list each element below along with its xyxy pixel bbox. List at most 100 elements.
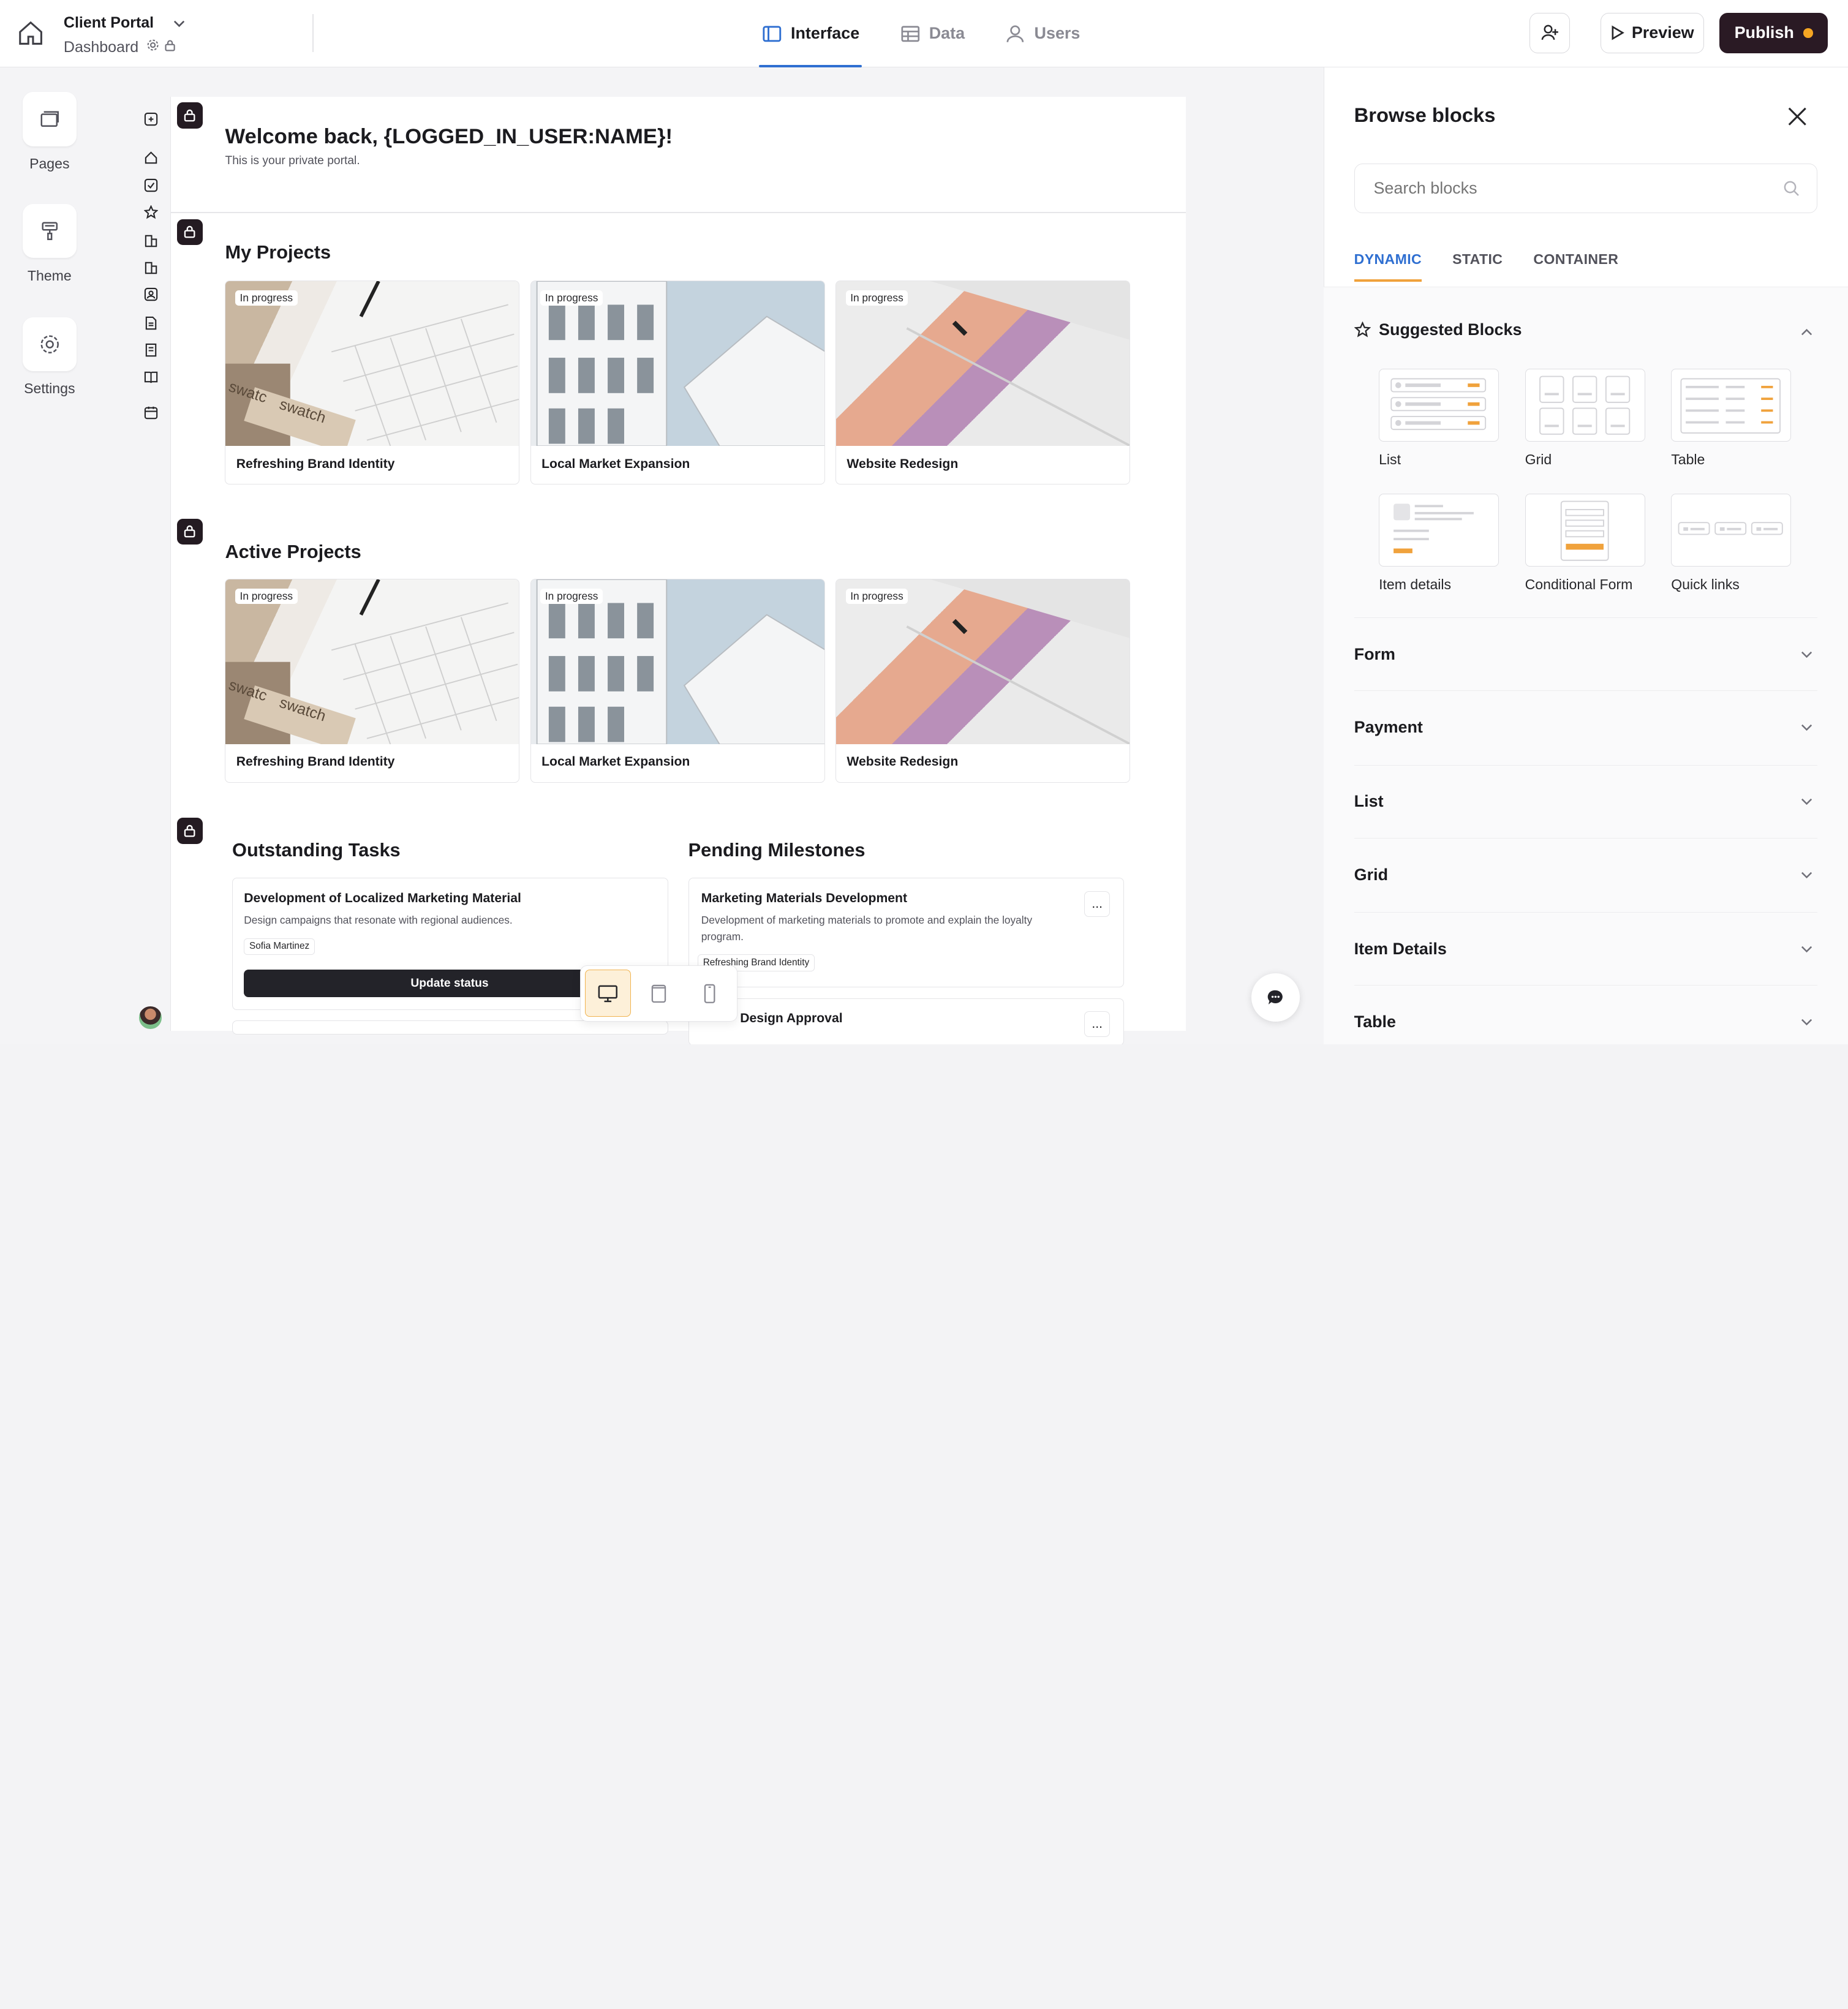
milestone-description: Development of marketing materials to pr…	[701, 914, 1033, 943]
block-quick-links[interactable]: Quick links	[1671, 494, 1792, 593]
suggested-blocks-header[interactable]: Suggested Blocks	[1354, 320, 1522, 339]
chevron-down-icon	[1801, 799, 1812, 805]
section-item-details[interactable]: Item Details	[1354, 912, 1817, 985]
contact-icon[interactable]	[144, 287, 158, 301]
lock-block-button[interactable]	[176, 518, 203, 545]
section-grid[interactable]: Grid	[1354, 837, 1817, 911]
book-icon[interactable]	[144, 370, 158, 384]
task-card[interactable]	[232, 1020, 668, 1035]
suggested-title: Suggested Blocks	[1379, 320, 1522, 339]
rail-item-theme[interactable]: Theme	[0, 203, 99, 284]
paint-roller-icon	[42, 222, 58, 240]
preview-button[interactable]: Preview	[1600, 13, 1705, 53]
assignee-chip: Sofia Martinez	[244, 938, 315, 956]
block-label: Quick links	[1671, 576, 1740, 592]
block-conditional-form[interactable]: Conditional Form	[1525, 494, 1645, 593]
block-grid[interactable]: Grid	[1525, 369, 1645, 468]
block-label: List	[1379, 451, 1401, 467]
project-card[interactable]: In progress Local Market Expansion	[530, 280, 825, 484]
section-list[interactable]: List	[1354, 764, 1817, 838]
lock-block-button[interactable]	[176, 818, 203, 844]
tablet-icon	[651, 984, 666, 1003]
add-page-icon[interactable]	[144, 112, 158, 126]
page-status-icons	[146, 39, 177, 51]
tab-label: Data	[929, 24, 965, 43]
block-thumbnail	[1671, 369, 1792, 442]
block-label: Table	[1671, 451, 1705, 467]
section-table[interactable]: Table	[1354, 985, 1817, 1044]
invoice-icon[interactable]	[144, 343, 158, 357]
status-badge: In progress	[235, 589, 298, 604]
section-label: Item Details	[1354, 939, 1447, 958]
rail-button[interactable]	[22, 203, 77, 258]
checkbox-icon[interactable]	[144, 178, 158, 192]
close-icon[interactable]	[1786, 105, 1809, 128]
divider	[312, 14, 314, 52]
page-name[interactable]: Dashboard	[64, 39, 138, 56]
chevron-down-icon	[1801, 651, 1812, 658]
tab-static[interactable]: STATIC	[1452, 251, 1503, 282]
block-item-details[interactable]: Item details	[1379, 494, 1499, 593]
keyboard-image: swatcswatch	[225, 281, 519, 454]
tab-interface[interactable]: Interface	[759, 0, 862, 67]
project-card[interactable]: swatc swatch In progress Refreshing Brand…	[225, 280, 520, 484]
lock-icon	[184, 525, 195, 538]
home-icon[interactable]	[17, 19, 45, 47]
home-icon[interactable]	[144, 151, 158, 165]
top-bar: Client Portal Dashboard Interface Data U…	[0, 0, 1848, 67]
chevron-up-icon[interactable]	[1800, 325, 1814, 339]
mobile-view-button[interactable]	[687, 970, 733, 1017]
tab-data[interactable]: Data	[900, 0, 965, 67]
tab-users[interactable]: Users	[1005, 0, 1080, 67]
divider	[170, 212, 1186, 214]
block-thumbnail	[1525, 369, 1645, 442]
block-list[interactable]: List	[1379, 369, 1499, 468]
welcome-title: Welcome back, {LOGGED_IN_USER:NAME}!	[225, 124, 673, 148]
building-icon[interactable]	[144, 260, 158, 274]
tab-dynamic[interactable]: DYNAMIC	[1354, 251, 1422, 282]
item-details-block-icon	[1394, 503, 1474, 554]
project-card[interactable]: In progress Website Redesign	[835, 578, 1131, 783]
status-badge: In progress	[540, 589, 603, 604]
keyboard-image: swatcswatch	[225, 579, 519, 752]
project-card[interactable]: swatc swatch In progress Refreshing Brand…	[225, 578, 520, 783]
chat-button[interactable]	[1251, 973, 1300, 1022]
laptop-image	[906, 281, 1130, 447]
block-thumbnail	[1671, 494, 1792, 567]
star-icon	[1354, 322, 1371, 338]
rail-button[interactable]	[22, 317, 77, 372]
rail-item-settings[interactable]: Settings	[0, 317, 99, 398]
app-title[interactable]: Client Portal	[64, 14, 154, 32]
block-category-tabs: DYNAMIC STATIC CONTAINER	[1354, 251, 1619, 282]
avatar[interactable]	[139, 1006, 162, 1029]
publish-button[interactable]: Publish	[1719, 13, 1828, 53]
building-icon[interactable]	[144, 233, 158, 247]
gear-icon[interactable]	[146, 39, 159, 51]
more-options-button[interactable]: ...	[1084, 1011, 1111, 1038]
more-options-button[interactable]: ...	[1084, 891, 1111, 917]
rail-button[interactable]	[22, 92, 77, 146]
project-image: swatc swatch	[225, 281, 519, 454]
search-blocks-input[interactable]	[1354, 164, 1817, 214]
project-card[interactable]: In progress Website Redesign	[835, 280, 1131, 484]
desktop-view-button[interactable]	[585, 970, 632, 1017]
rail-item-pages[interactable]: Pages	[0, 92, 99, 172]
star-icon[interactable]	[143, 205, 158, 219]
document-icon[interactable]	[144, 316, 158, 330]
chevron-down-icon[interactable]	[172, 17, 186, 31]
status-badge: In progress	[845, 290, 908, 306]
task-title: Development of Localized Marketing Mater…	[244, 891, 521, 905]
calendar-icon[interactable]	[144, 405, 158, 420]
section-payment[interactable]: Payment	[1354, 690, 1817, 763]
tab-container[interactable]: CONTAINER	[1533, 251, 1618, 282]
block-table[interactable]: Table	[1671, 369, 1792, 468]
section-form[interactable]: Form	[1354, 617, 1817, 690]
tab-label: Users	[1034, 24, 1081, 43]
tablet-view-button[interactable]	[636, 970, 682, 1017]
invite-user-button[interactable]	[1529, 13, 1570, 53]
project-card[interactable]: In progress Local Market Expansion	[530, 578, 825, 783]
lock-block-button[interactable]	[176, 102, 203, 129]
status-badge: In progress	[235, 290, 298, 306]
lock-block-button[interactable]	[176, 219, 203, 246]
user-plus-icon	[1541, 25, 1558, 40]
